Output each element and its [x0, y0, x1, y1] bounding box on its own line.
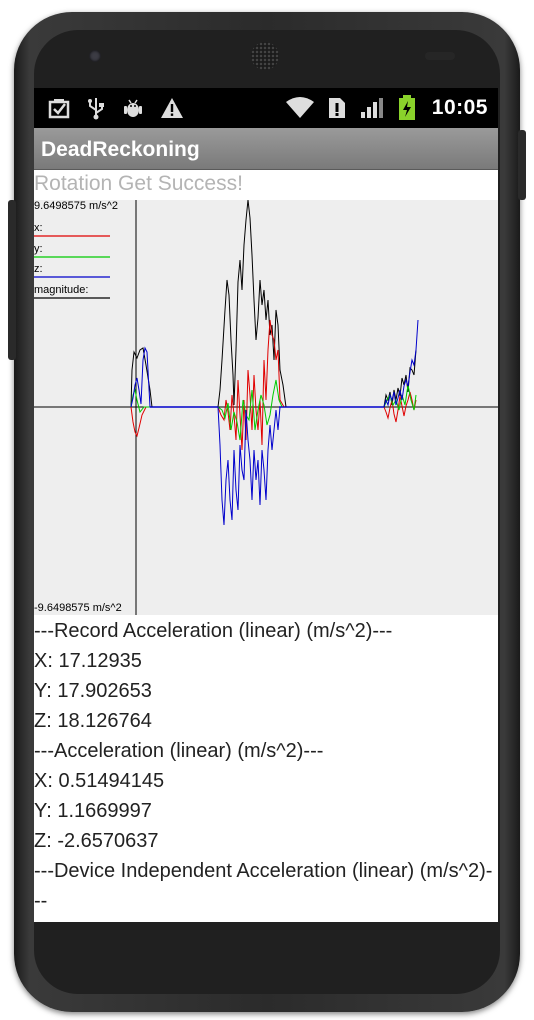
record-x-value: X: 17.12935 — [34, 650, 142, 672]
record-y-value: Y: 17.902653 — [34, 680, 152, 702]
earpiece-speaker — [251, 42, 279, 70]
sim-alert-icon — [328, 96, 346, 120]
record-z-value: Z: 18.126764 — [34, 710, 152, 732]
legend-x-label: x: — [34, 222, 43, 234]
device-independent-header: ---Device Independent Acceleration (line… — [34, 860, 493, 912]
acceleration-z-value: Z: -2.6570637 — [34, 830, 159, 852]
graph-canvas — [34, 200, 498, 615]
graph-min-label: -9.6498575 m/s^2 — [34, 602, 122, 614]
acceleration-graph: 9.6498575 m/s^2 x: y: z: magnitude: -9.6… — [34, 200, 498, 615]
series-magnitude — [130, 200, 417, 408]
volume-button — [8, 200, 16, 360]
legend-z-label: z: — [34, 263, 43, 275]
battery-charging-icon — [398, 95, 416, 120]
bag-check-icon — [48, 96, 70, 120]
legend-magnitude-label: magnitude: — [34, 284, 89, 296]
status-bar: 10:05 — [34, 88, 498, 128]
front-camera — [89, 50, 101, 62]
power-button — [518, 130, 526, 200]
record-acceleration-header: ---Record Acceleration (linear) (m/s^2)-… — [34, 620, 393, 642]
app-title-bar: DeadReckoning — [34, 128, 498, 170]
app-title: DeadReckoning — [41, 138, 200, 161]
status-clock: 10:05 — [431, 96, 488, 119]
acceleration-y-value: Y: 1.1669997 — [34, 800, 152, 822]
screen: 10:05 DeadReckoning Rotation Get Success… — [34, 88, 498, 922]
rotation-status-text: Rotation Get Success! — [34, 172, 243, 195]
signal-icon — [360, 96, 384, 120]
graph-max-label: 9.6498575 m/s^2 — [34, 200, 119, 212]
acceleration-x-value: X: 0.51494145 — [34, 770, 165, 792]
android-debug-icon — [122, 96, 144, 120]
acceleration-header: ---Acceleration (linear) (m/s^2)--- — [34, 740, 324, 762]
usb-icon — [86, 96, 106, 120]
wifi-icon — [286, 96, 314, 120]
acceleration-readout: ---Record Acceleration (linear) (m/s^2)-… — [34, 616, 498, 916]
legend-y-label: y: — [34, 243, 43, 255]
warning-icon — [160, 96, 184, 120]
proximity-sensor — [425, 52, 455, 60]
